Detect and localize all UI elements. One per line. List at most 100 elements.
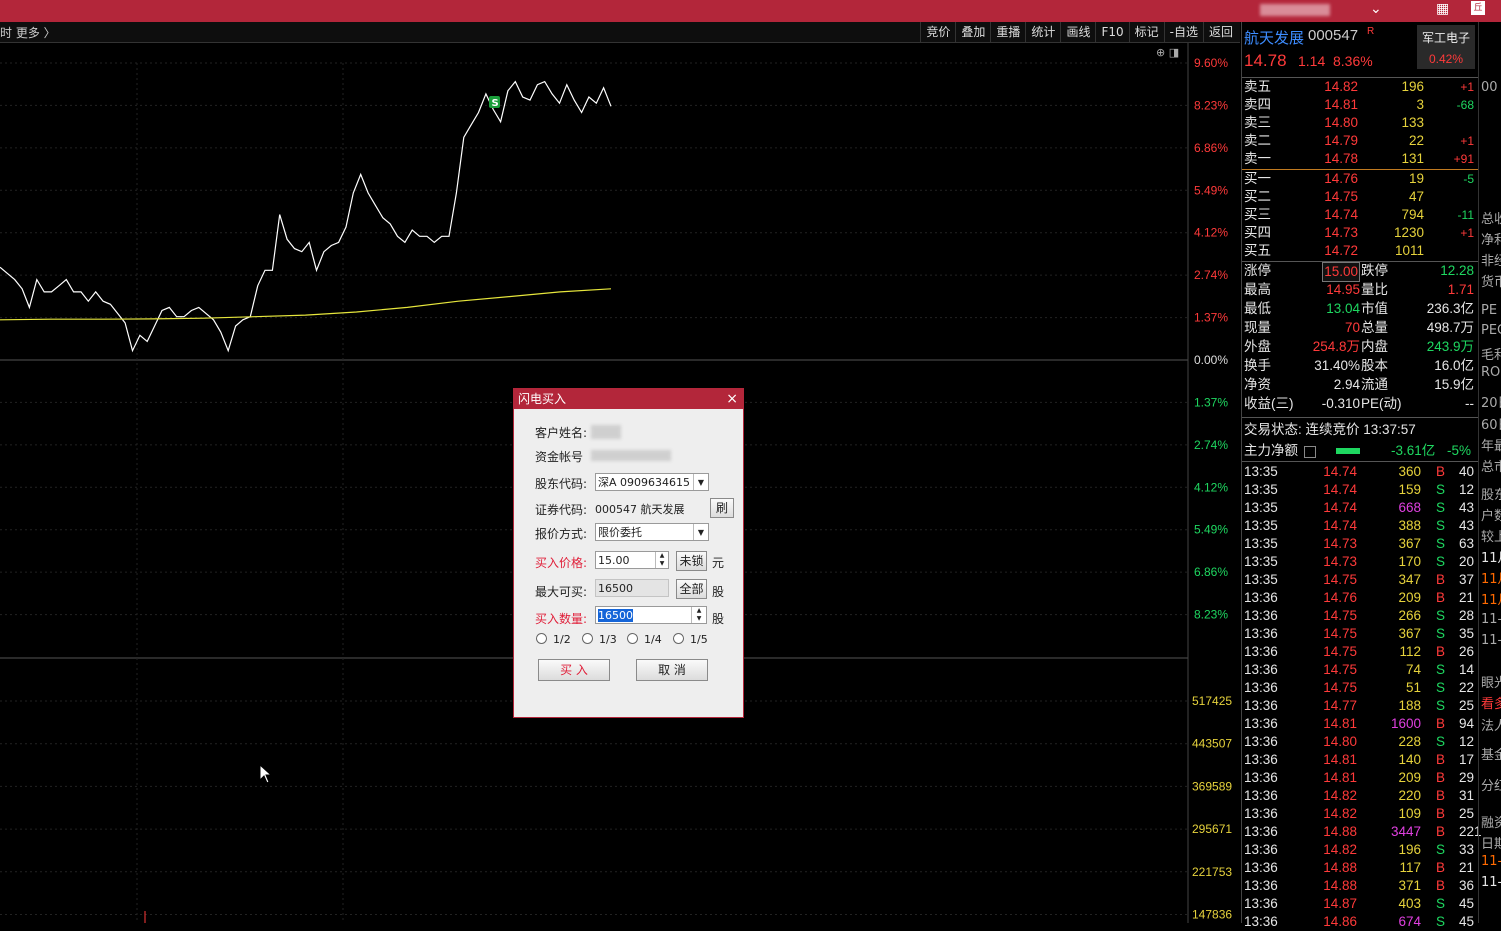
f10-item[interactable]: 较上 [1481, 526, 1501, 545]
divider [1242, 461, 1479, 462]
f10-item[interactable]: 眼光 [1481, 672, 1501, 691]
f10-item[interactable]: 11- [1481, 875, 1501, 890]
tick-row: 13:36 14.75 112 B 26 [1242, 643, 1478, 661]
stat-row: 外盘 254.8万 内盘 243.9万 [1242, 338, 1478, 356]
fraction-label: 1/5 [690, 633, 708, 646]
f10-item[interactable]: 11月 [1481, 547, 1501, 566]
order-type-select[interactable]: 限价委托 ▼ [595, 523, 709, 541]
ask-row[interactable]: 卖五 14.82 196 +1 [1242, 78, 1478, 96]
chevron-down-icon[interactable]: ⌄ [1370, 1, 1382, 17]
tick-count: 25 [1459, 806, 1475, 821]
f10-item[interactable]: 法人 [1481, 715, 1501, 734]
sell-signal-icon[interactable]: S [489, 96, 500, 109]
f10-item[interactable]: 股东 [1481, 484, 1501, 503]
tick-price: 14.88 [1323, 824, 1357, 839]
stock-name[interactable]: 航天发展 [1244, 27, 1304, 48]
chevron-down-icon[interactable]: ▼ [693, 524, 708, 540]
buy-qty-input[interactable]: 16500 ▲ ▼ [595, 606, 707, 624]
zoom-icon[interactable]: ⊕ ◨ [1156, 46, 1179, 59]
bid-row[interactable]: 买四 14.73 1230 +1 [1242, 224, 1478, 242]
toolbar-button[interactable]: F10 [1095, 22, 1128, 42]
bid-row[interactable]: 买一 14.76 19 -5 [1242, 170, 1478, 188]
tick-volume: 74 [1405, 662, 1421, 677]
toolbar-button[interactable]: 叠加 [955, 22, 990, 42]
app-icon[interactable]: 丘 [1471, 1, 1485, 15]
level-volume: 1011 [1394, 243, 1424, 258]
f10-item[interactable]: 融资 [1481, 812, 1501, 831]
tick-volume: 367 [1398, 536, 1421, 551]
close-icon[interactable]: × [726, 389, 738, 409]
tick-time: 13:36 [1244, 842, 1278, 857]
f10-item[interactable]: 日期 [1481, 833, 1501, 852]
fraction-radio[interactable]: 1/5 [673, 633, 708, 647]
toolbar-button[interactable]: 画线 [1060, 22, 1095, 42]
grid-icon[interactable]: ▦ [1436, 1, 1449, 17]
f10-item[interactable]: PE [1481, 303, 1497, 318]
fraction-radio[interactable]: 1/2 [536, 633, 571, 647]
f10-item[interactable]: 11- [1481, 854, 1501, 869]
level-volume: 19 [1408, 171, 1424, 186]
buy-button[interactable]: 买 入 [538, 659, 610, 681]
radio-icon[interactable] [582, 633, 593, 644]
toolbar-button[interactable]: 重播 [990, 22, 1025, 42]
f10-item[interactable]: 总收 [1481, 208, 1501, 227]
f10-item[interactable]: ROI [1481, 365, 1501, 380]
toolbar-button[interactable]: 统计 [1025, 22, 1060, 42]
sector-box[interactable]: 军工电子 0.42% [1417, 25, 1475, 69]
f10-item[interactable]: 60日 [1481, 414, 1501, 433]
radio-icon[interactable] [673, 633, 684, 644]
ask-row[interactable]: 卖一 14.78 131 +91 [1242, 150, 1478, 168]
f10-item[interactable]: 年最 [1481, 435, 1501, 454]
f10-item[interactable]: 毛利 [1481, 344, 1501, 363]
f10-item[interactable]: 总市 [1481, 456, 1501, 475]
fraction-radio[interactable]: 1/4 [627, 633, 662, 647]
f10-item[interactable]: 看多 [1481, 693, 1501, 712]
toolbar-button[interactable]: -自选 [1163, 22, 1203, 42]
f10-item[interactable]: 11月 [1481, 568, 1501, 587]
mouse-cursor-icon [259, 764, 273, 784]
chart-toolbar: 时 更多 〉 竞价 叠加 重播 统计 画线 F10 标记 -自选 返回 [0, 22, 1240, 43]
toolbar-button[interactable]: 竞价 [920, 22, 955, 42]
stat-label: 总量 [1361, 320, 1388, 335]
f10-item[interactable]: PEG [1481, 323, 1501, 338]
bid-row[interactable]: 买五 14.72 1011 [1242, 242, 1478, 260]
tick-price: 14.82 [1323, 806, 1357, 821]
bid-row[interactable]: 买三 14.74 794 -11 [1242, 206, 1478, 224]
tick-row: 13:36 14.75 74 S 14 [1242, 661, 1478, 679]
f10-item[interactable]: 净利 [1481, 229, 1501, 248]
f10-item[interactable]: 11- [1481, 612, 1501, 627]
f10-item[interactable]: 11月 [1481, 589, 1501, 608]
ask-row[interactable]: 卖四 14.81 3 -68 [1242, 96, 1478, 114]
f10-item[interactable]: 非经 [1481, 250, 1501, 269]
fraction-radio[interactable]: 1/3 [582, 633, 617, 647]
all-button[interactable]: 全部 [676, 579, 707, 599]
buy-price-input[interactable]: 15.00 ▲ ▼ [595, 551, 669, 569]
f10-item[interactable]: 20日 [1481, 392, 1501, 411]
tick-row: 13:35 14.73 367 S 63 [1242, 535, 1478, 553]
f10-item[interactable]: 11- [1481, 633, 1501, 648]
title-bar: ⌄ ▦ 丘 [0, 0, 1501, 22]
stepper-icon[interactable]: ▲ ▼ [691, 607, 706, 623]
radio-icon[interactable] [627, 633, 638, 644]
holder-code-select[interactable]: 深A 0909634615 ▼ [595, 473, 709, 491]
tick-price: 14.74 [1323, 500, 1357, 515]
cancel-button[interactable]: 取 消 [636, 659, 708, 681]
level-label: 卖三 [1244, 115, 1271, 130]
refresh-button[interactable]: 刷 [710, 498, 734, 518]
f10-item[interactable]: 00 [1481, 80, 1498, 95]
bid-row[interactable]: 买二 14.75 47 [1242, 188, 1478, 206]
f10-item[interactable]: 户数 [1481, 505, 1501, 524]
ask-row[interactable]: 卖三 14.80 133 [1242, 114, 1478, 132]
radio-icon[interactable] [536, 633, 547, 644]
f10-item[interactable]: 基金 [1481, 744, 1501, 763]
toolbar-button[interactable]: 返回 [1202, 22, 1238, 42]
f10-item[interactable]: 货币 [1481, 271, 1501, 290]
ask-row[interactable]: 卖二 14.79 22 +1 [1242, 132, 1478, 150]
chevron-down-icon[interactable]: ▼ [693, 474, 708, 490]
stat-value: 13.04 [1326, 301, 1360, 316]
stepper-icon[interactable]: ▲ ▼ [655, 552, 668, 568]
more-menu[interactable]: 时 更多 〉 [0, 24, 56, 41]
f10-item[interactable]: 分红 [1481, 775, 1501, 794]
unlock-button[interactable]: 未锁 [676, 551, 707, 571]
toolbar-button[interactable]: 标记 [1128, 22, 1164, 42]
